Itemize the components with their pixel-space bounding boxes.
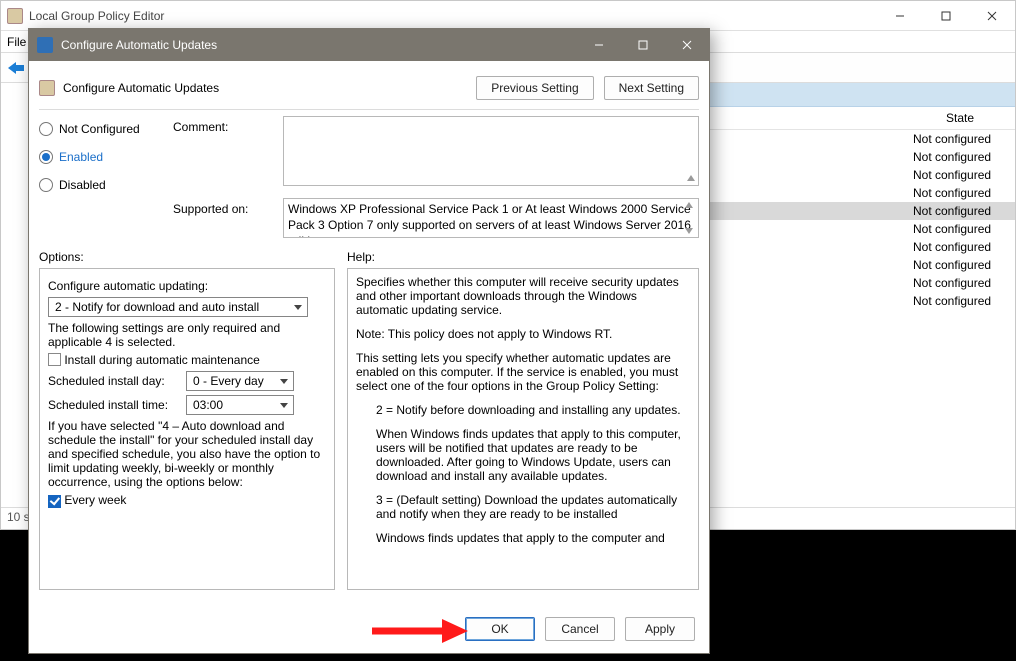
dialog-icon: [37, 37, 53, 53]
required-note: The following settings are only required…: [48, 321, 326, 349]
setting-state: Not configured: [905, 276, 1015, 290]
options-pane[interactable]: Configure automatic updating: 2 - Notify…: [39, 268, 335, 590]
install-day-label: Scheduled install day:: [48, 374, 176, 388]
radio-enabled[interactable]: Enabled: [39, 146, 163, 168]
install-maintenance-checkbox[interactable]: [48, 353, 61, 366]
dialog-close-button[interactable]: [665, 29, 709, 61]
apply-button[interactable]: Apply: [625, 617, 695, 641]
help-text: Windows finds updates that apply to the …: [356, 531, 690, 545]
if4-note: If you have selected "4 – Auto download …: [48, 419, 326, 489]
back-button[interactable]: [5, 57, 27, 79]
help-text: 3 = (Default setting) Download the updat…: [356, 493, 690, 521]
policy-heading: Configure Automatic Updates: [63, 81, 219, 95]
supported-label: Supported on:: [173, 198, 273, 238]
radio-icon: [39, 122, 53, 136]
setting-state: Not configured: [905, 132, 1015, 146]
help-text: Note: This policy does not apply to Wind…: [356, 327, 690, 341]
scroll-down-icon[interactable]: [684, 227, 694, 235]
setting-state: Not configured: [905, 150, 1015, 164]
dialog-footer: OK Cancel Apply: [29, 605, 709, 653]
scroll-up-icon[interactable]: [684, 201, 694, 209]
configure-updating-select[interactable]: 2 - Notify for download and auto install: [48, 297, 308, 317]
help-pane[interactable]: Specifies whether this computer will rec…: [347, 268, 699, 590]
install-time-select[interactable]: 03:00: [186, 395, 294, 415]
configure-updating-label: Configure automatic updating:: [48, 279, 326, 293]
minimize-button[interactable]: [877, 1, 923, 31]
dialog-titlebar[interactable]: Configure Automatic Updates: [29, 29, 709, 61]
col-state-header[interactable]: State: [905, 111, 1015, 125]
install-maintenance-label: Install during automatic maintenance: [64, 353, 259, 367]
menu-file[interactable]: File: [7, 35, 26, 49]
setting-state: Not configured: [905, 222, 1015, 236]
setting-state: Not configured: [905, 168, 1015, 182]
policy-heading-icon: [39, 80, 55, 96]
gpedit-titlebar: Local Group Policy Editor: [1, 1, 1015, 31]
radio-not-configured[interactable]: Not Configured: [39, 118, 163, 140]
setting-state: Not configured: [905, 258, 1015, 272]
previous-setting-button[interactable]: Previous Setting: [476, 76, 593, 100]
maximize-button[interactable]: [923, 1, 969, 31]
every-week-checkbox[interactable]: [48, 495, 61, 508]
ok-button[interactable]: OK: [465, 617, 535, 641]
setting-state: Not configured: [905, 240, 1015, 254]
dialog-title: Configure Automatic Updates: [61, 38, 217, 52]
gpedit-app-icon: [7, 8, 23, 24]
supported-on-text: Windows XP Professional Service Pack 1 o…: [288, 202, 691, 238]
close-button[interactable]: [969, 1, 1015, 31]
help-label: Help:: [347, 250, 699, 264]
comment-label: Comment:: [173, 116, 273, 196]
help-text: When Windows finds updates that apply to…: [356, 427, 690, 483]
cancel-button[interactable]: Cancel: [545, 617, 615, 641]
supported-on-box: Windows XP Professional Service Pack 1 o…: [283, 198, 699, 238]
options-label: Options:: [39, 250, 347, 264]
setting-state: Not configured: [905, 204, 1015, 218]
setting-state: Not configured: [905, 294, 1015, 308]
next-setting-button[interactable]: Next Setting: [604, 76, 699, 100]
radio-icon: [39, 150, 53, 164]
setting-state: Not configured: [905, 186, 1015, 200]
policy-dialog: Configure Automatic Updates Configure Au…: [28, 28, 710, 654]
install-time-label: Scheduled install time:: [48, 398, 176, 412]
install-day-select[interactable]: 0 - Every day: [186, 371, 294, 391]
help-text: Specifies whether this computer will rec…: [356, 275, 690, 317]
dialog-minimize-button[interactable]: [577, 29, 621, 61]
every-week-label: Every week: [64, 493, 126, 507]
help-text: 2 = Notify before downloading and instal…: [356, 403, 690, 417]
dialog-maximize-button[interactable]: [621, 29, 665, 61]
help-text: This setting lets you specify whether au…: [356, 351, 690, 393]
gpedit-title: Local Group Policy Editor: [29, 9, 164, 23]
radio-disabled[interactable]: Disabled: [39, 174, 163, 196]
comment-textarea[interactable]: [283, 116, 699, 186]
radio-icon: [39, 178, 53, 192]
